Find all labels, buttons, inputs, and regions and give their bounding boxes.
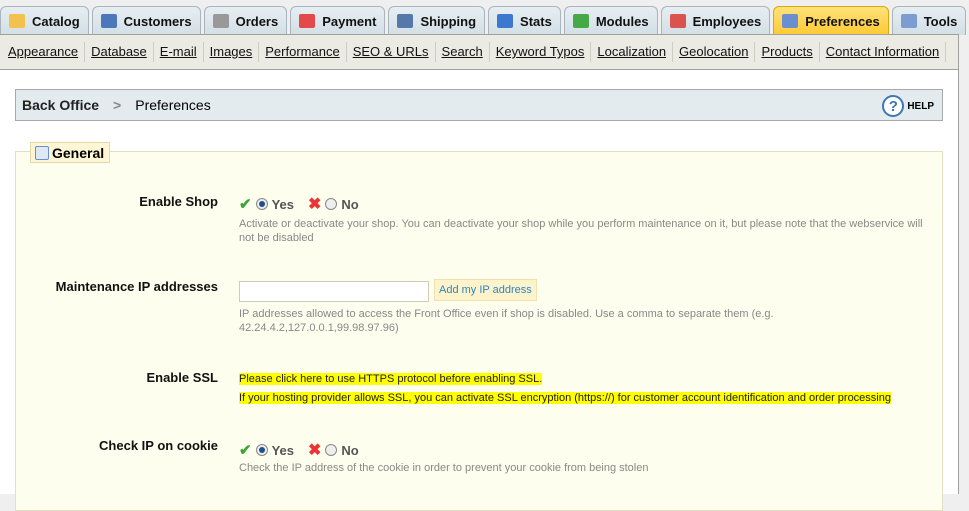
subnav-e-mail[interactable]: E-mail (154, 42, 204, 62)
tab-label: Payment (322, 13, 377, 29)
legend-label: General (52, 144, 105, 161)
subnav-geolocation[interactable]: Geolocation (673, 42, 756, 62)
preferences-icon (35, 145, 49, 160)
cookie-no-radio[interactable] (325, 444, 338, 456)
customer-icon (100, 14, 117, 28)
enable-shop-description: Activate or deactivate your shop. You ca… (239, 218, 923, 244)
maintenance-ip-input[interactable] (239, 281, 429, 302)
cross-icon: ✖ (308, 442, 322, 459)
help-button[interactable]: ? HELP (882, 95, 934, 117)
enable-shop-radios: ✔ Yes ✖ No (239, 194, 359, 214)
maintenance-ip-label: Maintenance IP addresses (55, 279, 218, 294)
cart-icon (212, 14, 229, 28)
maintenance-ip-description: IP addresses allowed to access the Front… (239, 308, 774, 334)
tab-catalog[interactable]: Catalog (0, 6, 89, 35)
subnav-appearance[interactable]: Appearance (2, 42, 86, 62)
tab-label: Stats (520, 13, 552, 29)
no-label: No (341, 442, 359, 458)
ssl-note: If your hosting provider allows SSL, you… (239, 392, 891, 404)
tab-label: Modules (595, 13, 649, 29)
cross-icon: ✖ (308, 196, 322, 213)
tab-customers[interactable]: Customers (91, 6, 201, 35)
no-label: No (341, 196, 359, 212)
payment-icon (299, 14, 316, 28)
breadcrumb-separator-icon: > (113, 97, 122, 113)
tab-label: Tools (923, 13, 958, 29)
tab-modules[interactable]: Modules (563, 6, 658, 35)
yes-label: Yes (271, 196, 294, 212)
check-icon: ✔ (239, 196, 252, 213)
subnav-images[interactable]: Images (204, 42, 260, 62)
subnav-performance[interactable]: Performance (259, 42, 347, 62)
enable-shop-label: Enable Shop (139, 194, 218, 209)
tab-label: Employees (692, 13, 762, 29)
subnav-keyword-typos[interactable]: Keyword Typos (490, 42, 592, 62)
employee-icon (669, 14, 686, 28)
breadcrumb: Back Office > Preferences ? HELP (15, 89, 943, 121)
tab-shipping[interactable]: Shipping (388, 6, 486, 35)
subnav-contact-information[interactable]: Contact Information (820, 42, 947, 62)
main-tabs: Catalog Customers Orders Payment Shipping Sta… (0, 6, 969, 35)
subnav-localization[interactable]: Localization (591, 42, 674, 62)
tab-label: Preferences (805, 13, 880, 29)
sub-navigation: Appearance Database E-mail Images Performanc… (0, 34, 959, 70)
tab-stats[interactable]: Stats (488, 6, 561, 35)
folder-icon (9, 14, 25, 28)
help-icon: ? (882, 95, 905, 117)
yes-label: Yes (271, 442, 294, 458)
enable-shop-no-radio[interactable] (325, 198, 338, 210)
wrench-icon (900, 14, 917, 28)
https-link[interactable]: Please click here to use HTTPS protocol … (239, 373, 543, 385)
breadcrumb-root[interactable]: Back Office (22, 97, 99, 113)
tab-preferences[interactable]: Preferences (773, 6, 889, 35)
check-ip-cookie-label: Check IP on cookie (99, 438, 218, 453)
tab-payment[interactable]: Payment (290, 6, 386, 35)
add-my-ip-button[interactable]: Add my IP address (434, 279, 537, 301)
preferences-icon (782, 14, 799, 28)
tab-orders[interactable]: Orders (203, 6, 288, 35)
tab-label: Customers (123, 13, 192, 29)
tab-employees[interactable]: Employees (660, 6, 771, 35)
check-ip-cookie-radios: ✔ Yes ✖ No (239, 440, 359, 460)
subnav-database[interactable]: Database (85, 42, 154, 62)
puzzle-icon (572, 14, 589, 28)
truck-icon (397, 14, 414, 28)
subnav-search[interactable]: Search (436, 42, 490, 62)
breadcrumb-current: Preferences (135, 97, 211, 113)
tab-tools[interactable]: Tools (891, 6, 967, 35)
tab-label: Orders (235, 13, 279, 29)
content-area: Back Office > Preferences ? HELP General… (0, 70, 959, 511)
help-label: HELP (907, 100, 934, 112)
bar-chart-icon (497, 14, 514, 28)
subnav-products[interactable]: Products (755, 42, 820, 62)
cookie-yes-radio[interactable] (255, 444, 268, 456)
enable-shop-yes-radio[interactable] (255, 198, 268, 210)
enable-ssl-label: Enable SSL (146, 370, 218, 385)
check-icon: ✔ (239, 442, 252, 459)
tab-label: Shipping (420, 13, 477, 29)
fieldset-legend: General (30, 142, 111, 163)
check-ip-cookie-description: Check the IP address of the cookie in or… (239, 462, 649, 474)
subnav-seo-urls[interactable]: SEO & URLs (347, 42, 436, 62)
tab-label: Catalog (32, 13, 80, 29)
